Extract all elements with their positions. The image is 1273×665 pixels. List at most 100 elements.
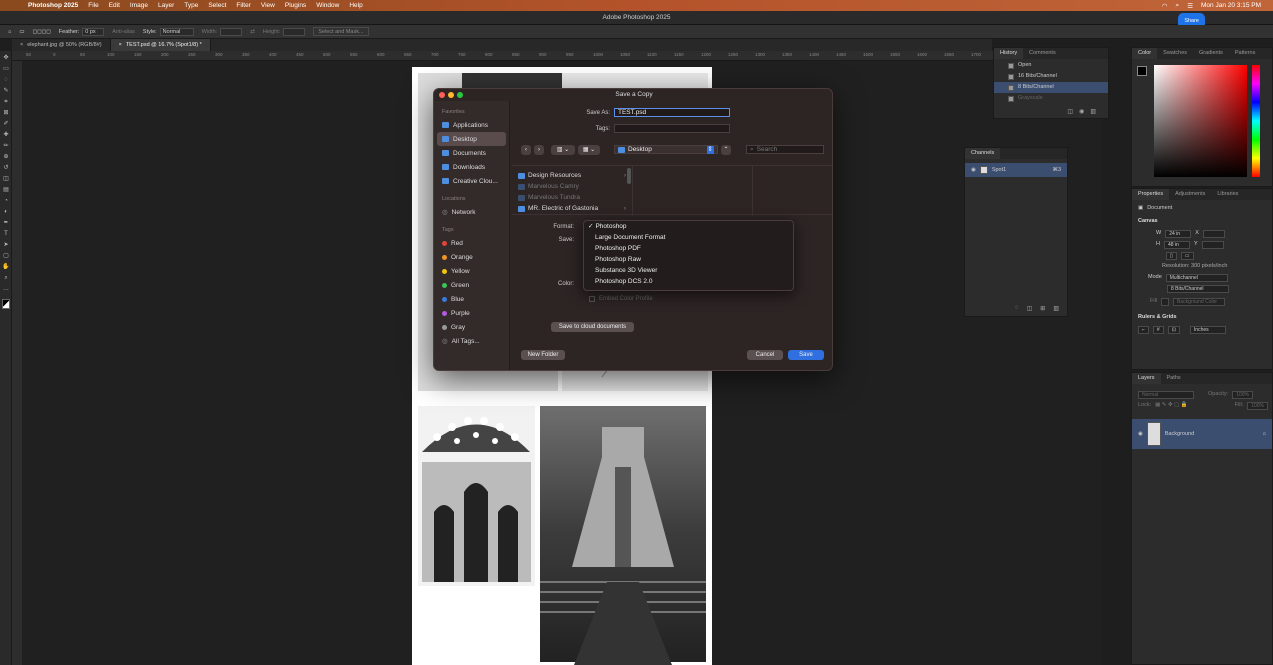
blur-tool-icon[interactable]: ◔ — [2, 197, 10, 205]
antialias-checkbox[interactable]: Anti-alias — [112, 29, 135, 35]
menu-view[interactable]: View — [261, 2, 275, 9]
tab-properties[interactable]: Properties — [1132, 189, 1170, 200]
file-row[interactable]: Design Resources › — [518, 170, 626, 181]
tags-field[interactable] — [614, 124, 730, 133]
guides-icon[interactable]: ⊡ — [1167, 325, 1180, 334]
menu-type[interactable]: Type — [184, 2, 198, 9]
new-channel-icon[interactable]: ⊞ — [1040, 305, 1045, 312]
file-row[interactable]: Marvelous Tundra — [518, 192, 626, 203]
tab-libraries[interactable]: Libraries — [1211, 189, 1244, 200]
minimize-window-icon[interactable] — [448, 92, 454, 98]
channel-row[interactable]: ◉ Spot1 ⌘3 — [965, 163, 1067, 177]
cancel-button[interactable]: Cancel — [747, 350, 783, 360]
tab-patterns[interactable]: Patterns — [1229, 48, 1261, 59]
expand-icon[interactable]: ⌃ — [721, 145, 731, 155]
mode-select[interactable]: Multichannel — [1165, 273, 1228, 282]
frame-tool-icon[interactable]: ⊠ — [2, 109, 10, 117]
hand-tool-icon[interactable]: ✋ — [2, 263, 10, 271]
feather-input[interactable]: 0 px — [82, 27, 105, 36]
format-option[interactable]: Photoshop DCS 2.0 — [584, 276, 793, 287]
gradient-tool-icon[interactable]: ▤ — [2, 186, 10, 194]
close-tab-icon[interactable]: × — [20, 42, 23, 48]
format-option[interactable]: Large Document Format — [584, 232, 793, 243]
sidebar-item-applications[interactable]: Applications — [434, 118, 509, 132]
menu-layer[interactable]: Layer — [158, 2, 174, 9]
sidebar-item-creativeclou[interactable]: Creative Clou... — [434, 174, 509, 188]
tag-item[interactable]: Blue — [434, 292, 509, 306]
format-option[interactable]: ✓ Photoshop — [584, 221, 793, 232]
lasso-tool-icon[interactable]: ◌ — [2, 76, 10, 84]
menu-window[interactable]: Window — [316, 2, 339, 9]
healing-tool-icon[interactable]: ✚ — [2, 131, 10, 139]
foreground-color-swatch[interactable] — [1137, 66, 1147, 76]
location-select[interactable]: Desktop ⇕ — [614, 145, 718, 154]
tag-item[interactable]: ◎ All Tags... — [434, 334, 509, 348]
sidebar-item-network[interactable]: ◎ Network — [434, 205, 509, 219]
tab-history[interactable]: History — [994, 48, 1024, 59]
tab-paths[interactable]: Paths — [1161, 373, 1187, 384]
type-tool-icon[interactable]: T — [2, 230, 10, 238]
menu-help[interactable]: Help — [349, 2, 362, 9]
tab-comments[interactable]: Comments — [1023, 48, 1062, 59]
save-to-cloud-button[interactable]: Save to cloud documents — [551, 322, 634, 332]
eyedropper-tool-icon[interactable]: ✐ — [2, 120, 10, 128]
dodge-tool-icon[interactable]: ◐ — [2, 208, 10, 216]
fill-swatch[interactable] — [1161, 297, 1170, 306]
sidebar-item-downloads[interactable]: Downloads — [434, 160, 509, 174]
canvas-section-header[interactable]: Canvas — [1132, 214, 1272, 228]
app-menu[interactable]: Photoshop 2025 — [28, 2, 78, 9]
portrait-icon[interactable]: ▯ — [1166, 251, 1177, 260]
tab-swatches[interactable]: Swatches — [1157, 48, 1193, 59]
tag-item[interactable]: Gray — [434, 320, 509, 334]
pen-tool-icon[interactable]: ✒ — [2, 219, 10, 227]
save-button[interactable]: Save — [788, 350, 824, 360]
menu-edit[interactable]: Edit — [109, 2, 120, 9]
back-icon[interactable]: ‹ — [521, 145, 531, 155]
file-row[interactable]: Marvelous Camry — [518, 181, 626, 192]
view-columns-icon[interactable]: ▥ ⌄ — [551, 145, 575, 155]
history-brush-tool-icon[interactable]: ↺ — [2, 164, 10, 172]
eraser-tool-icon[interactable]: ◫ — [2, 175, 10, 183]
save-as-field[interactable]: TEST.psd — [614, 108, 730, 117]
menu-file[interactable]: File — [88, 2, 98, 9]
menu-select[interactable]: Select — [208, 2, 226, 9]
format-option[interactable]: Substance 3D Viewer — [584, 265, 793, 276]
brush-tool-icon[interactable]: ✏ — [2, 142, 10, 150]
opacity-field[interactable]: 100% — [1232, 390, 1253, 399]
clock[interactable]: Mon Jan 20 3:15 PM — [1201, 2, 1261, 9]
zoom-window-icon[interactable] — [457, 92, 463, 98]
camera-icon[interactable]: ◉ — [1079, 108, 1084, 115]
history-state[interactable]: Open — [994, 60, 1108, 71]
wifi-icon[interactable]: ◠ — [1162, 2, 1168, 10]
control-center-icon[interactable]: ☰ — [1187, 2, 1193, 10]
forward-icon[interactable]: › — [534, 145, 544, 155]
close-window-icon[interactable] — [439, 92, 445, 98]
sidebar-item-documents[interactable]: Documents — [434, 146, 509, 160]
layer-fill-field[interactable]: 100% — [1247, 401, 1268, 410]
color-picker-field[interactable] — [1154, 65, 1247, 177]
hue-slider[interactable] — [1252, 65, 1260, 177]
tag-item[interactable]: Orange — [434, 250, 509, 264]
history-state[interactable]: 16 Bits/Channel — [994, 71, 1108, 82]
scrollbar[interactable] — [627, 168, 631, 184]
landscape-icon[interactable]: ▭ — [1180, 251, 1194, 260]
tab-layers[interactable]: Layers — [1132, 373, 1161, 384]
width-input[interactable] — [220, 27, 243, 36]
close-tab-icon[interactable]: × — [119, 42, 122, 48]
marquee-tool-icon[interactable]: ▭ — [2, 65, 10, 73]
x-field[interactable] — [1202, 229, 1225, 238]
rulers-grids-header[interactable]: Rulers & Grids — [1132, 310, 1272, 324]
tag-item[interactable]: Purple — [434, 306, 509, 320]
selection-mode-icons[interactable]: ◻◻◻◻ — [33, 29, 51, 35]
embed-profile-checkbox[interactable] — [589, 296, 595, 302]
tab-color[interactable]: Color — [1132, 48, 1158, 59]
new-folder-button[interactable]: New Folder — [521, 350, 565, 360]
document-tab[interactable]: × TEST.psd @ 16.7% (Spot1/8) * — [110, 39, 211, 51]
marquee-tool-icon[interactable]: ▭ — [19, 29, 24, 35]
units-select[interactable]: Inches — [1189, 325, 1226, 334]
tag-item[interactable]: Green — [434, 278, 509, 292]
home-icon[interactable]: ⌂ — [8, 29, 11, 35]
grid-icon[interactable]: # — [1152, 325, 1164, 334]
quick-select-tool-icon[interactable]: ✎ — [2, 87, 10, 95]
group-icon[interactable]: ▦ ⌄ — [578, 145, 600, 155]
